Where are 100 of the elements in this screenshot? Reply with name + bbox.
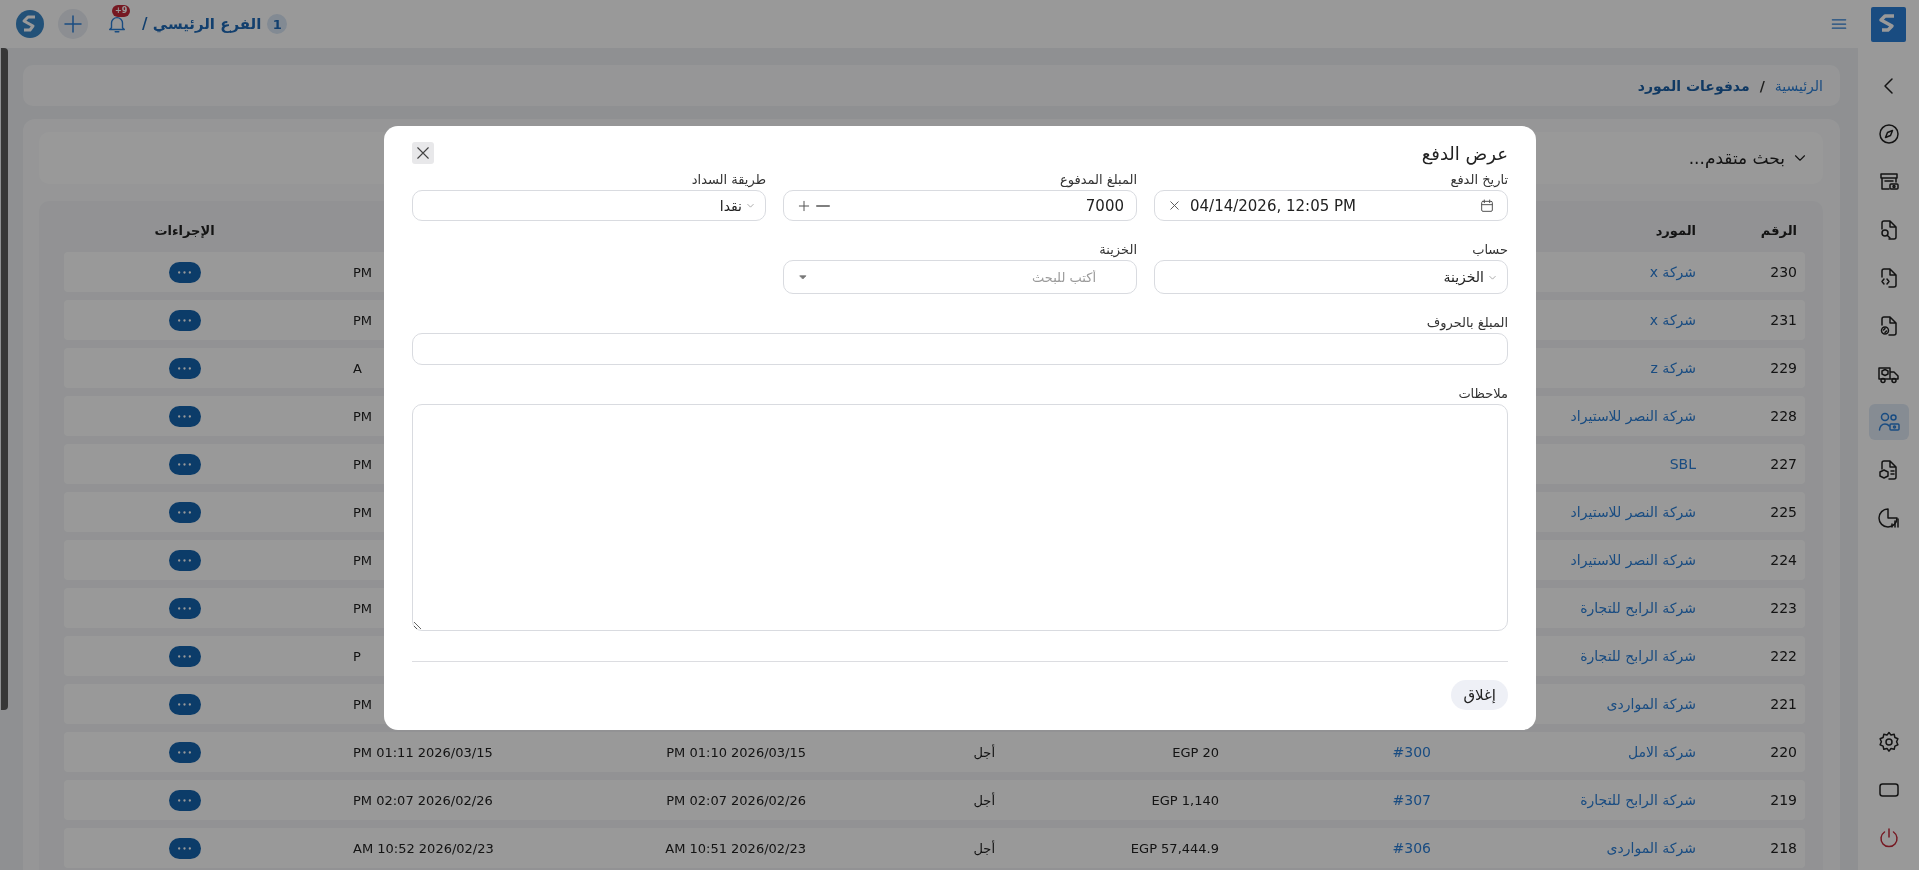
app-logo[interactable] (16, 10, 44, 38)
breadcrumb-link[interactable]: الرئيسية (1774, 77, 1823, 94)
number-cell: 227 (1770, 456, 1797, 472)
actions-button[interactable] (168, 549, 201, 571)
input-field[interactable] (412, 333, 1508, 365)
supplier-link[interactable]: شركة الرابح للتجارة (1580, 792, 1696, 808)
date-cell: PM (353, 504, 373, 520)
actions-button[interactable] (168, 693, 201, 715)
number-cell: 224 (1770, 552, 1797, 568)
more-icon (178, 702, 191, 706)
notification-badge: +9 (112, 5, 131, 17)
supplier-link[interactable]: شركة الرابح للتجارة (1580, 600, 1696, 616)
close-button[interactable] (412, 142, 434, 164)
reference-link[interactable]: #306 (1392, 840, 1431, 856)
number-cell: 223 (1770, 600, 1797, 616)
field-label: ملاحظات (1457, 386, 1508, 401)
field-label: المبلغ المدفوع (1059, 172, 1137, 187)
actions-button[interactable] (168, 645, 201, 667)
supplier-link[interactable]: شركة x (1649, 264, 1696, 280)
field-label: المبلغ بالحروف (1425, 315, 1508, 330)
date-cell: PM 01:10 2026/03/15 (666, 744, 806, 760)
actions-button[interactable] (168, 597, 201, 619)
pie-chart-icon (1876, 506, 1901, 530)
people-cash-icon (1876, 410, 1901, 434)
date-cell: PM (353, 312, 373, 328)
close-dialog-button[interactable]: إغلاق (1451, 680, 1508, 710)
number-cell: 230 (1770, 264, 1797, 280)
actions-button[interactable] (168, 501, 201, 523)
reference-link[interactable]: #307 (1392, 792, 1431, 808)
date-cell: PM (353, 456, 373, 472)
more-icon (178, 750, 191, 754)
number-cell: 228 (1770, 408, 1797, 424)
settings-icon (1876, 730, 1901, 754)
supplier-link[interactable]: شركة z (1650, 360, 1696, 376)
breadcrumb-link[interactable]: مدفوعات المورد (1637, 77, 1750, 94)
date-cell: PM 02:07 2026/02/26 (353, 792, 493, 808)
more-icon (178, 606, 191, 610)
date-cell: PM 02:07 2026/02/26 (666, 792, 806, 808)
actions-button[interactable] (168, 789, 201, 811)
add-button[interactable] (58, 9, 88, 39)
supplier-link[interactable]: شركة المواردى (1606, 696, 1696, 712)
actions-button[interactable] (168, 837, 201, 859)
minus-icon (816, 204, 830, 207)
field-label: حساب (1471, 242, 1508, 257)
branch-number: 1 (267, 14, 288, 34)
date-cell: AM 10:51 2026/02/23 (665, 840, 806, 856)
reference-link[interactable]: #300 (1392, 744, 1431, 760)
more-icon (178, 414, 191, 418)
dialog-title: عرض الدفع (1421, 142, 1508, 164)
more-icon (178, 318, 191, 322)
breadcrumb-separator: / (1759, 77, 1765, 94)
supplier-link[interactable]: شركة النصر للاستيراد (1570, 552, 1696, 568)
plus-icon (61, 12, 85, 36)
sidebar-item[interactable] (1868, 404, 1909, 440)
date-time-field[interactable]: 04/14/2026, 12:05 PM (1154, 190, 1508, 221)
number-cell: 219 (1770, 792, 1797, 808)
select-field[interactable]: الخزينة (1154, 260, 1508, 294)
compass-icon (1876, 122, 1901, 146)
amount-input[interactable]: 7000 (838, 196, 1124, 215)
advanced-search-toggle[interactable]: بحث متقدم... (1674, 132, 1823, 184)
date-cell: PM (353, 408, 373, 424)
more-icon (178, 366, 191, 370)
amount-cell: EGP 20 (1172, 744, 1219, 760)
field-label: طريقة السداد (690, 172, 766, 187)
supplier-link[interactable]: شركة النصر للاستيراد (1570, 504, 1696, 520)
number-field[interactable]: 7000 (783, 190, 1137, 221)
actions-button[interactable] (168, 309, 201, 331)
clear-icon[interactable] (1167, 198, 1182, 213)
term-cell: أجل (973, 744, 995, 760)
more-icon (178, 510, 191, 514)
supplier-link[interactable]: شركة المواردى (1606, 840, 1696, 856)
actions-button[interactable] (168, 261, 201, 283)
number-cell: 231 (1770, 312, 1797, 328)
branch-name[interactable]: الفرع الرئيسي / (142, 15, 262, 33)
actions-button[interactable] (168, 357, 201, 379)
column-header: المورد (1655, 223, 1696, 238)
date-cell: PM (353, 600, 373, 616)
term-cell: أجل (973, 792, 995, 808)
supplier-link[interactable]: شركة النصر للاستيراد (1570, 408, 1696, 424)
actions-button[interactable] (168, 453, 201, 475)
number-cell: 218 (1770, 840, 1797, 856)
more-icon (178, 846, 191, 850)
calendar-icon (1479, 197, 1495, 214)
date-cell: PM (353, 696, 373, 712)
app-logo[interactable] (1871, 6, 1906, 42)
amount-cell: EGP 57,444.9 (1130, 840, 1219, 856)
actions-button[interactable] (168, 405, 201, 427)
select-field[interactable]: نقدا (412, 190, 766, 221)
more-icon (178, 798, 191, 802)
date-cell: PM (353, 552, 373, 568)
supplier-link[interactable]: شركة x (1649, 312, 1696, 328)
supplier-link[interactable]: شركة الامل (1627, 744, 1696, 760)
supplier-link[interactable]: SBL (1669, 456, 1696, 472)
amount-cell: EGP 1,140 (1151, 792, 1219, 808)
supplier-link[interactable]: شركة الرابح للتجارة (1580, 648, 1696, 664)
actions-button[interactable] (168, 741, 201, 763)
number-cell: 229 (1770, 360, 1797, 376)
field-label: الخزينة (1098, 242, 1137, 257)
date-input[interactable]: 04/14/2026, 12:05 PM (1190, 196, 1471, 215)
notes-field[interactable] (412, 404, 1508, 631)
